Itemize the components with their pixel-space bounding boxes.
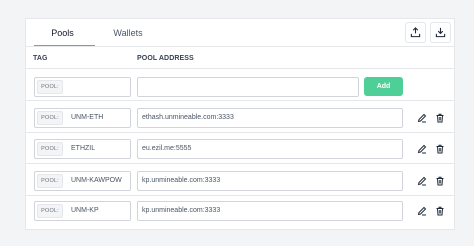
address-field[interactable]: ethash.unmineable.com:3333: [137, 108, 403, 128]
trash-icon: [436, 144, 444, 154]
tab-wallets[interactable]: Wallets: [105, 19, 151, 47]
row-divider: [26, 100, 454, 101]
trash-icon: [436, 113, 444, 123]
address-field[interactable]: eu.ezil.me:5555: [137, 139, 403, 159]
tag-field[interactable]: POOL: ETHZIL: [34, 139, 131, 159]
edit-button[interactable]: [416, 205, 428, 217]
trash-icon: [436, 206, 444, 216]
tag-field[interactable]: POOL: UNM-ETH: [34, 108, 131, 128]
delete-button[interactable]: [434, 143, 446, 155]
edit-button[interactable]: [416, 112, 428, 124]
tag-prefix: POOL:: [37, 174, 63, 188]
tag-value: UNM-KAWPOW: [71, 177, 122, 184]
delete-button[interactable]: [434, 112, 446, 124]
tag-field[interactable]: POOL: UNM-KAWPOW: [34, 171, 131, 191]
header-divider: [26, 68, 454, 69]
column-header-pool-address: POOL ADDRESS: [137, 55, 194, 62]
tag-field[interactable]: POOL: UNM-KP: [34, 201, 131, 221]
download-icon: [435, 27, 446, 38]
edit-button[interactable]: [416, 175, 428, 187]
pools-card: Pools Wallets TAG POOL ADDRESS POOL: Add: [25, 18, 455, 230]
tag-value: ETHZIL: [71, 145, 96, 152]
delete-button[interactable]: [434, 205, 446, 217]
delete-button[interactable]: [434, 175, 446, 187]
upload-icon: [410, 27, 421, 38]
tag-value: UNM-ETH: [71, 114, 104, 121]
row-divider: [26, 163, 454, 164]
tab-divider: [26, 46, 454, 47]
tab-bar: Pools Wallets: [26, 19, 454, 47]
tag-prefix: POOL:: [37, 80, 63, 94]
edit-icon: [417, 206, 427, 216]
export-button[interactable]: [405, 22, 426, 43]
tag-prefix: POOL:: [37, 204, 63, 218]
add-button[interactable]: Add: [364, 77, 403, 96]
tag-prefix: POOL:: [37, 111, 63, 125]
row-divider: [26, 132, 454, 133]
column-header-tag: TAG: [33, 55, 48, 62]
row-divider: [26, 195, 454, 196]
edit-icon: [417, 176, 427, 186]
import-button[interactable]: [430, 22, 451, 43]
address-field[interactable]: kp.unmineable.com:3333: [137, 201, 403, 221]
edit-icon: [417, 144, 427, 154]
tab-pools[interactable]: Pools: [32, 19, 95, 47]
tag-prefix: POOL:: [37, 142, 63, 156]
new-address-field[interactable]: [137, 77, 359, 97]
edit-button[interactable]: [416, 143, 428, 155]
tag-value: UNM-KP: [71, 207, 99, 214]
address-field[interactable]: kp.unmineable.com:3333: [137, 171, 403, 191]
edit-icon: [417, 113, 427, 123]
trash-icon: [436, 176, 444, 186]
new-tag-field[interactable]: POOL:: [34, 77, 131, 97]
